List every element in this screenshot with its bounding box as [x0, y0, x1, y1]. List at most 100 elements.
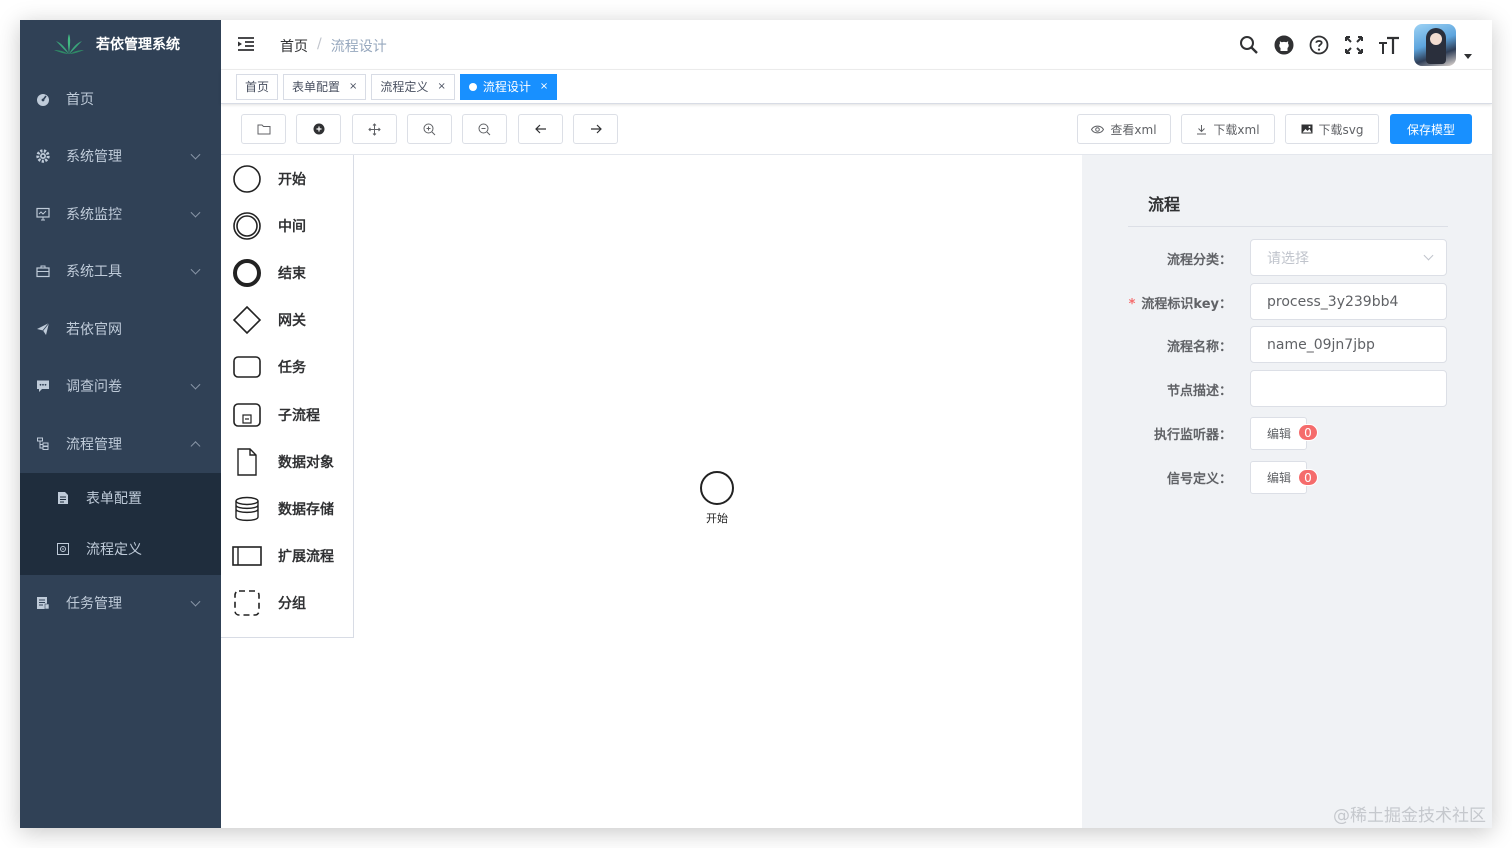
move-icon — [368, 122, 381, 136]
palette-pool[interactable]: 扩展流程 — [221, 533, 353, 580]
listener-edit-label: 编辑 — [1267, 427, 1292, 441]
palette-label: 开始 — [278, 171, 306, 188]
signal-edit-label: 编辑 — [1267, 471, 1292, 485]
tag-flow-definition[interactable]: 流程定义 × — [371, 73, 455, 100]
sidebar-item-flow[interactable]: 流程管理 — [20, 415, 221, 473]
chevron-down-icon — [190, 149, 201, 160]
open-file-button[interactable] — [241, 114, 286, 144]
category-placeholder: 请选择 — [1267, 250, 1309, 267]
breadcrumb-home[interactable]: 首页 — [280, 36, 308, 56]
tag-label: 首页 — [245, 80, 270, 94]
palette-label: 中间 — [278, 218, 306, 235]
github-icon[interactable] — [1273, 34, 1295, 56]
sidebar-item-form-config[interactable]: 表单配置 — [20, 473, 221, 524]
category-select[interactable]: 请选择 — [1250, 239, 1447, 276]
key-input[interactable]: process_3y239bb4 — [1250, 283, 1447, 320]
palette-start-event[interactable]: 开始 — [221, 155, 353, 202]
chevron-down-icon — [190, 264, 201, 275]
palette-end-event[interactable]: 结束 — [221, 249, 353, 296]
download-svg-button[interactable]: 下载svg — [1285, 114, 1379, 144]
palette-data-store[interactable]: 数据存储 — [221, 485, 353, 532]
avatar[interactable] — [1414, 24, 1456, 66]
sidebar-item-label: 系统监控 — [66, 206, 122, 223]
name-input[interactable]: name_09jn7jbp — [1250, 326, 1447, 363]
tag-home[interactable]: 首页 — [236, 73, 279, 100]
fit-view-button[interactable] — [352, 114, 397, 144]
sidebar-item-label: 系统工具 — [66, 264, 122, 281]
download-xml-label: 下载xml — [1213, 122, 1260, 137]
sidebar-item-tools[interactable]: 系统工具 — [20, 243, 221, 301]
data-object-icon — [232, 447, 262, 477]
task-icon — [36, 596, 50, 610]
palette-gateway[interactable]: 网关 — [221, 297, 353, 344]
close-icon[interactable]: × — [437, 81, 445, 92]
chevron-down-icon — [1423, 250, 1434, 261]
start-event-node[interactable] — [700, 471, 734, 505]
name-value: name_09jn7jbp — [1267, 336, 1375, 353]
chevron-down-icon — [190, 379, 201, 390]
palette-label: 网关 — [278, 313, 306, 330]
tag-form-config[interactable]: 表单配置 × — [283, 73, 367, 100]
bpmn-canvas[interactable]: 开始 — [355, 155, 1082, 828]
pool-icon — [232, 541, 262, 571]
download-xml-button[interactable]: 下载xml — [1181, 114, 1275, 144]
logo-leaf-icon — [54, 34, 84, 54]
view-xml-button[interactable]: 查看xml — [1077, 114, 1171, 144]
sidebar-item-home[interactable]: 首页 — [20, 70, 221, 128]
tag-flow-design[interactable]: 流程设计 × — [459, 73, 558, 100]
dashboard-icon — [36, 92, 50, 106]
redo-button[interactable] — [573, 114, 618, 144]
breadcrumb: 首页 / 流程设计 — [280, 36, 387, 56]
help-icon[interactable] — [1308, 34, 1330, 56]
palette-task[interactable]: 任务 — [221, 344, 353, 391]
start-event-icon — [232, 164, 262, 194]
desc-label: 节点描述： — [1166, 384, 1232, 399]
caret-down-icon[interactable] — [1464, 53, 1472, 59]
start-event-label[interactable]: 开始 — [696, 510, 738, 526]
props-divider — [1128, 226, 1448, 227]
palette-label: 结束 — [278, 265, 306, 282]
palette-intermediate-event[interactable]: 中间 — [221, 202, 353, 249]
zoom-out-button[interactable] — [462, 114, 507, 144]
intermediate-event-icon — [232, 211, 262, 241]
name-label: 流程名称： — [1166, 340, 1232, 355]
close-icon[interactable]: × — [540, 81, 548, 92]
end-event-icon — [232, 258, 262, 288]
palette-data-object[interactable]: 数据对象 — [221, 438, 353, 485]
save-model-button[interactable]: 保存模型 — [1390, 114, 1472, 144]
sidebar-item-label: 调查问卷 — [66, 379, 122, 396]
sidebar-item-label: 系统管理 — [66, 149, 122, 166]
desc-input[interactable] — [1250, 370, 1447, 407]
new-diagram-button[interactable] — [296, 114, 341, 144]
sidebar-item-website[interactable]: 若依官网 — [20, 300, 221, 358]
font-size-icon[interactable] — [1378, 34, 1400, 56]
monitor-icon — [36, 207, 50, 221]
signal-count-badge: 0 — [1298, 469, 1318, 486]
zoom-in-button[interactable] — [407, 114, 452, 144]
undo-button[interactable] — [518, 114, 563, 144]
sidebar-item-tasks[interactable]: 任务管理 — [20, 575, 221, 633]
hamburger-icon[interactable] — [237, 35, 255, 53]
sidebar-item-system[interactable]: 系统管理 — [20, 128, 221, 186]
tag-label: 流程定义 — [380, 80, 429, 94]
element-palette: 开始 中间 结束 网关 任务 子流程 数据对象 数据存储 扩展流程 分组 — [221, 155, 354, 638]
avatar-face — [1430, 33, 1442, 45]
sidebar-item-label: 表单配置 — [86, 491, 142, 507]
plus-circle-icon — [313, 123, 324, 135]
palette-group[interactable]: 分组 — [221, 580, 353, 627]
chevron-down-icon — [190, 207, 201, 218]
close-icon[interactable]: × — [349, 81, 357, 92]
zoom-in-icon — [423, 123, 436, 135]
search-icon[interactable] — [1238, 34, 1260, 56]
logo[interactable]: 若依管理系统 — [20, 20, 221, 68]
form-icon — [56, 491, 70, 505]
breadcrumb-current: 流程设计 — [330, 39, 387, 55]
sidebar: 若依管理系统 首页 系统管理 系统监控 系统工具 若依官网 调查问卷 流程管理 … — [20, 20, 221, 828]
sidebar-item-flow-definition[interactable]: 流程定义 — [20, 524, 221, 575]
download-svg-label: 下载svg — [1318, 122, 1364, 137]
fullscreen-icon[interactable] — [1343, 34, 1365, 56]
key-label: * 流程标识key： — [1128, 297, 1232, 312]
sidebar-item-survey[interactable]: 调查问卷 — [20, 358, 221, 416]
sidebar-item-monitor[interactable]: 系统监控 — [20, 185, 221, 243]
palette-subprocess[interactable]: 子流程 — [221, 391, 353, 438]
